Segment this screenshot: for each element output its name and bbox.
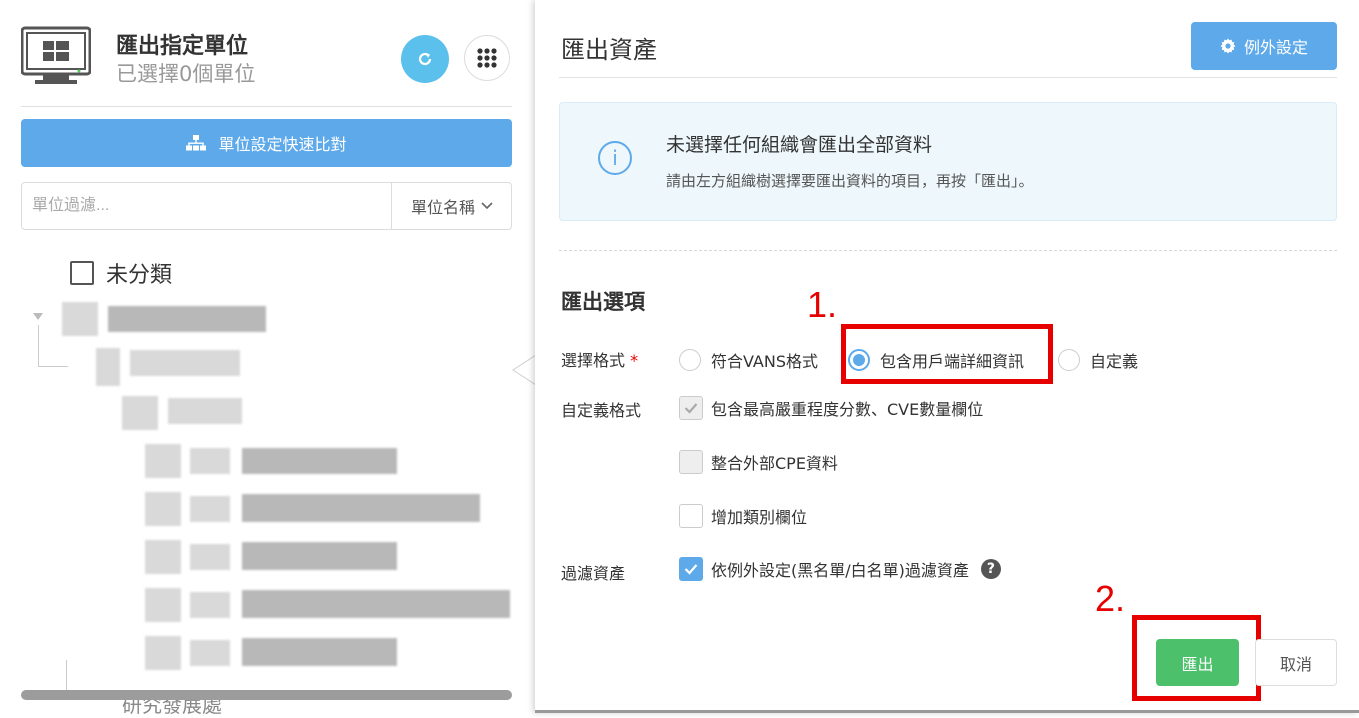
unit-title: 匯出指定單位 bbox=[116, 34, 249, 59]
checkmark-icon bbox=[684, 403, 698, 414]
unit-selected-count: 已選擇0個單位 bbox=[116, 62, 256, 86]
exception-settings-label: 例外設定 bbox=[1243, 38, 1308, 57]
info-description: 請由左方組織樹選擇要匯出資料的項目，再按「匯出」。 bbox=[666, 172, 1034, 190]
info-title: 未選擇任何組織會匯出全部資料 bbox=[666, 134, 933, 156]
filter-field-value: 單位名稱 bbox=[410, 198, 475, 217]
required-mark: * bbox=[630, 351, 639, 370]
tree-node-redacted bbox=[190, 448, 230, 474]
radio-label: 包含用戶端詳細資訊 bbox=[880, 352, 1025, 371]
tree-node-redacted bbox=[168, 398, 242, 424]
export-assets-dialog: 匯出資產 例外設定 i 未選擇任何組織會匯出全部資料 請由左方組織樹選擇要匯出資… bbox=[535, 0, 1359, 713]
tree-checkbox[interactable] bbox=[70, 261, 94, 285]
radio-custom[interactable]: 自定義 bbox=[1058, 348, 1138, 372]
monitor-icon bbox=[21, 26, 91, 84]
checkbox-external-cpe[interactable]: 整合外部CPE資料 bbox=[679, 450, 838, 474]
tree-node-redacted bbox=[190, 640, 230, 666]
help-icon[interactable]: ? bbox=[980, 559, 1001, 579]
tree-node-uncategorized[interactable]: 未分類 bbox=[70, 257, 172, 289]
checkbox[interactable] bbox=[679, 450, 703, 474]
unit-filter-input[interactable] bbox=[22, 183, 397, 229]
tree-node-redacted bbox=[108, 306, 266, 332]
checkbox-label: 增加類別欄位 bbox=[711, 508, 808, 527]
tree-line bbox=[66, 660, 67, 690]
divider bbox=[559, 250, 1337, 251]
quick-compare-label: 單位設定快速比對 bbox=[218, 135, 347, 154]
refresh-icon bbox=[418, 52, 432, 66]
export-button[interactable]: 匯出 bbox=[1156, 639, 1239, 686]
tree-line bbox=[38, 325, 39, 367]
tree-node-redacted bbox=[242, 542, 397, 570]
format-label: 選擇格式 * bbox=[561, 347, 638, 371]
unit-header: 匯出指定單位 已選擇0個單位 bbox=[21, 26, 512, 106]
tree-node-redacted bbox=[242, 638, 397, 666]
tree-node-redacted bbox=[190, 544, 230, 570]
grid-menu-icon bbox=[477, 48, 497, 68]
info-alert: i 未選擇任何組織會匯出全部資料 請由左方組織樹選擇要匯出資料的項目，再按「匯出… bbox=[559, 102, 1337, 221]
quick-compare-button[interactable]: 單位設定快速比對 bbox=[21, 119, 512, 167]
horizontal-scrollbar[interactable] bbox=[21, 690, 512, 700]
custom-format-label: 自定義格式 bbox=[561, 401, 642, 420]
radio-button[interactable] bbox=[679, 349, 701, 371]
divider bbox=[559, 77, 1337, 78]
checkmark-icon bbox=[684, 564, 698, 575]
info-icon: i bbox=[598, 141, 632, 175]
tree-line bbox=[38, 366, 68, 367]
annotation-step-1: 1. bbox=[807, 284, 838, 325]
exception-settings-button[interactable]: 例外設定 bbox=[1191, 22, 1337, 70]
divider bbox=[21, 106, 512, 107]
checkbox[interactable] bbox=[679, 396, 703, 420]
left-panel: 匯出指定單位 已選擇0個單位 單位設定快速比對 單位過濾... 單位名稱 未分類… bbox=[0, 0, 535, 717]
tree-node-redacted bbox=[96, 348, 120, 386]
section-title: 匯出選項 bbox=[561, 290, 645, 314]
radio-vans-format[interactable]: 符合VANS格式 bbox=[679, 348, 818, 372]
checkbox-filter-exceptions[interactable]: 依例外設定(黑名單/白名單)過濾資產 ? bbox=[679, 557, 1001, 581]
checkbox-label: 整合外部CPE資料 bbox=[711, 454, 838, 473]
filter-field-select[interactable]: 單位名稱 bbox=[391, 183, 512, 229]
tree-node-redacted bbox=[62, 302, 98, 336]
pointer-caret-icon bbox=[512, 355, 536, 385]
tree-node-redacted bbox=[242, 448, 397, 474]
format-label-text: 選擇格式 bbox=[561, 351, 626, 370]
chevron-down-icon bbox=[481, 202, 493, 210]
grid-menu-button[interactable] bbox=[464, 35, 510, 81]
tree-node-redacted bbox=[242, 494, 480, 522]
refresh-button[interactable] bbox=[401, 35, 449, 83]
filter-assets-label: 過濾資產 bbox=[561, 564, 626, 583]
tree-node-redacted bbox=[145, 636, 181, 670]
sitemap-icon bbox=[186, 135, 207, 151]
tree-node-label: 未分類 bbox=[106, 263, 173, 288]
gear-icon bbox=[1220, 38, 1236, 54]
tree-node-redacted bbox=[190, 496, 230, 522]
radio-client-details[interactable]: 包含用戶端詳細資訊 bbox=[848, 348, 1024, 372]
tree-node-redacted bbox=[145, 540, 181, 574]
cancel-button[interactable]: 取消 bbox=[1255, 639, 1337, 686]
tree-node-redacted bbox=[122, 396, 158, 430]
checkbox-category-column[interactable]: 增加類別欄位 bbox=[679, 504, 807, 528]
tree-node-redacted bbox=[145, 588, 181, 622]
radio-label: 符合VANS格式 bbox=[711, 352, 818, 371]
checkbox[interactable] bbox=[679, 504, 703, 528]
radio-label: 自定義 bbox=[1090, 352, 1139, 371]
tree-node-redacted bbox=[145, 444, 181, 478]
annotation-step-2: 2. bbox=[1095, 578, 1126, 619]
unit-filter: 單位名稱 bbox=[21, 182, 512, 230]
checkbox-max-severity[interactable]: 包含最高嚴重程度分數、CVE數量欄位 bbox=[679, 396, 983, 420]
tree-node-redacted bbox=[145, 492, 181, 526]
checkbox-checked[interactable] bbox=[679, 557, 703, 581]
checkbox-label: 依例外設定(黑名單/白名單)過濾資產 bbox=[711, 561, 969, 580]
checkbox-label: 包含最高嚴重程度分數、CVE數量欄位 bbox=[711, 400, 984, 419]
tree-node-redacted bbox=[242, 590, 510, 618]
tree-expand-icon[interactable] bbox=[33, 313, 43, 320]
radio-button[interactable] bbox=[1058, 349, 1080, 371]
dialog-title: 匯出資產 bbox=[561, 36, 657, 64]
tree-node-redacted bbox=[190, 592, 230, 618]
tree-node-redacted bbox=[130, 350, 240, 376]
radio-button-selected[interactable] bbox=[848, 349, 870, 371]
